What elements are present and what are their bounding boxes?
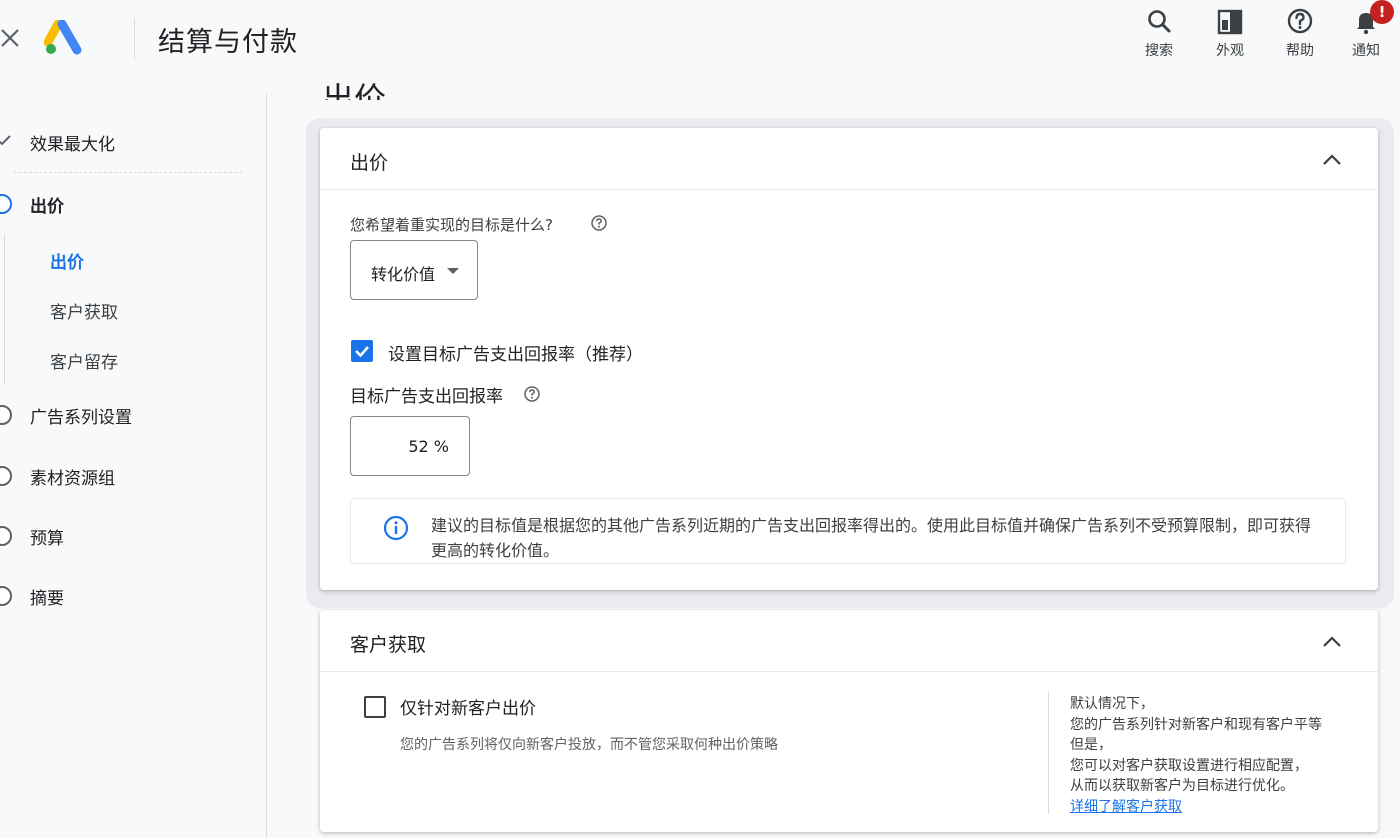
sidebar-step-label: 效果最大化 bbox=[30, 135, 115, 155]
chevron-up-icon[interactable] bbox=[1320, 148, 1344, 172]
card-title: 出价 bbox=[350, 152, 389, 174]
info-text: 建议的目标值是根据您的其他广告系列近期的广告支出回报率得出的。使用此目标值并确保… bbox=[431, 516, 1312, 560]
sidebar-substep-bidding[interactable]: 出价 bbox=[50, 248, 84, 273]
learn-more-link[interactable]: 详细了解客户获取 bbox=[1070, 797, 1322, 818]
help-icon bbox=[1287, 8, 1313, 34]
notifications-label: 通知 bbox=[1352, 43, 1380, 59]
sidebar-step-label: 广告系列设置 bbox=[30, 408, 132, 428]
goal-question: 您希望着重实现的目标是什么? bbox=[350, 216, 553, 234]
target-roas-checkbox[interactable] bbox=[351, 340, 373, 362]
sidebar-dashed-divider bbox=[14, 172, 242, 173]
check-icon bbox=[355, 346, 369, 358]
target-roas-checkbox-label[interactable]: 设置目标广告支出回报率（推荐） bbox=[388, 340, 643, 365]
search-icon bbox=[1148, 10, 1171, 33]
target-roas-value: 52 % bbox=[408, 437, 449, 456]
appearance-label: 外观 bbox=[1216, 43, 1244, 59]
new-customers-checkbox-label[interactable]: 仅针对新客户出价 bbox=[400, 694, 536, 719]
acquisition-divider bbox=[1048, 692, 1049, 814]
sidebar-step-label: 出价 bbox=[30, 197, 64, 217]
substep-line bbox=[4, 234, 5, 384]
sidebar-substep-retention[interactable]: 客户留存 bbox=[50, 348, 118, 373]
recommendation-info-box: 建议的目标值是根据您的其他广告系列近期的广告支出回报率得出的。使用此目标值并确保… bbox=[350, 498, 1346, 564]
goal-dropdown-value: 转化价值 bbox=[371, 265, 436, 284]
help-circle-icon[interactable] bbox=[590, 214, 608, 232]
appearance-button[interactable]: 外观 bbox=[1200, 6, 1260, 66]
sidebar-border bbox=[266, 94, 267, 838]
google-ads-logo bbox=[44, 20, 82, 55]
caret-down-icon bbox=[447, 268, 459, 274]
step-circle-icon bbox=[0, 586, 12, 606]
target-roas-input[interactable]: 52 % bbox=[350, 416, 470, 476]
card-title: 客户获取 bbox=[350, 634, 427, 656]
notification-badge: ! bbox=[1370, 0, 1394, 24]
header-divider bbox=[134, 18, 135, 60]
notifications-button[interactable]: 通知 ! bbox=[1336, 0, 1396, 66]
section-heading: 出价 bbox=[320, 74, 420, 100]
sidebar-step-label: 素材资源组 bbox=[30, 469, 115, 489]
app-header: 结算与付款 搜索 外观 帮助 通知 ! bbox=[0, 0, 1400, 80]
step-circle-icon bbox=[0, 526, 12, 546]
search-button[interactable]: 搜索 bbox=[1129, 6, 1189, 66]
help-line: 默认情况下， bbox=[1070, 696, 1154, 712]
help-label: 帮助 bbox=[1286, 43, 1314, 59]
card-divider bbox=[320, 189, 1378, 190]
new-customers-checkbox[interactable] bbox=[364, 696, 386, 718]
section-heading-text: 出价 bbox=[322, 80, 387, 100]
step-circle-icon bbox=[0, 405, 12, 425]
search-label: 搜索 bbox=[1145, 43, 1173, 59]
help-line: 从而以获取新客户为目标进行优化。 bbox=[1070, 778, 1294, 794]
page-title: 结算与付款 bbox=[158, 27, 298, 58]
bidding-card: 出价 您希望着重实现的目标是什么? 转化价值 设置目标广告支出回报率（推荐） 目… bbox=[320, 128, 1378, 590]
sidebar-step-label: 预算 bbox=[30, 529, 64, 549]
sidebar-step-label: 摘要 bbox=[30, 589, 64, 609]
appearance-icon bbox=[1217, 9, 1243, 35]
help-button[interactable]: 帮助 bbox=[1270, 6, 1330, 66]
close-icon[interactable] bbox=[0, 26, 22, 50]
help-circle-icon[interactable] bbox=[523, 385, 541, 403]
acquisition-help-text: 默认情况下， 您的广告系列针对新客户和现有客户平等 但是， 您可以对客户获取设置… bbox=[1070, 694, 1322, 817]
sidebar-substep-acquisition[interactable]: 客户获取 bbox=[50, 298, 118, 323]
help-line: 但是， bbox=[1070, 737, 1112, 753]
info-icon bbox=[383, 515, 409, 541]
new-customers-description: 您的广告系列将仅向新客户投放，而不管您采取何种出价策略 bbox=[400, 737, 778, 753]
goal-dropdown[interactable]: 转化价值 bbox=[350, 240, 478, 300]
help-line: 您的广告系列针对新客户和现有客户平等 bbox=[1070, 716, 1322, 733]
chevron-check-icon bbox=[0, 135, 11, 146]
help-line: 您可以对客户获取设置进行相应配置， bbox=[1070, 757, 1308, 774]
card-divider bbox=[320, 671, 1378, 672]
acquisition-card: 客户获取 仅针对新客户出价 您的广告系列将仅向新客户投放，而不管您采取何种出价策… bbox=[320, 610, 1378, 832]
step-circle-icon bbox=[0, 194, 12, 214]
target-roas-label: 目标广告支出回报率 bbox=[350, 387, 503, 407]
step-circle-icon bbox=[0, 466, 12, 486]
chevron-up-icon[interactable] bbox=[1320, 630, 1344, 654]
